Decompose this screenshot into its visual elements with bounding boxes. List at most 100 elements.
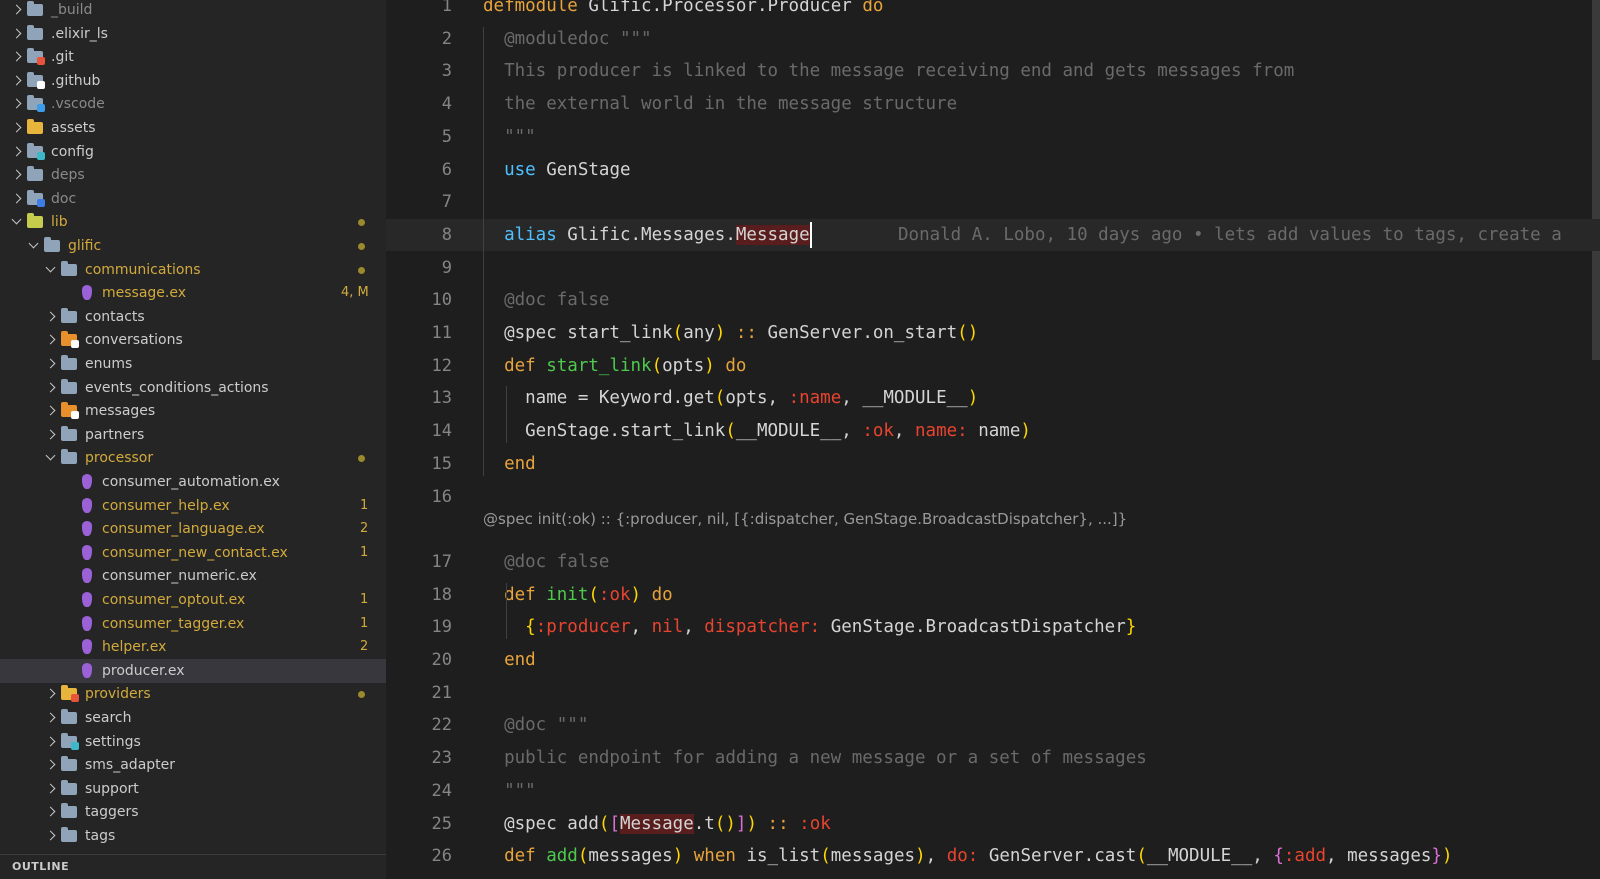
tree-item[interactable]: lib: [0, 210, 386, 234]
chevron-right-icon[interactable]: [43, 682, 59, 706]
code-line[interactable]: 11 @spec start_link(any) :: GenServer.on…: [386, 317, 1600, 349]
tree-item[interactable]: sms_adapter: [0, 753, 386, 777]
code-line[interactable]: 4 the external world in the message stru…: [386, 88, 1600, 120]
chevron-right-icon[interactable]: [9, 163, 25, 187]
code-line[interactable]: 12 def start_link(opts) do: [386, 350, 1600, 382]
tree-item[interactable]: .vscode: [0, 92, 386, 116]
tree-item[interactable]: providers: [0, 682, 386, 706]
code-line[interactable]: 22 @doc """: [386, 709, 1600, 741]
chevron-down-icon[interactable]: [26, 234, 42, 258]
code-text: @doc """: [483, 709, 588, 741]
tree-item[interactable]: conversations: [0, 328, 386, 352]
code-line[interactable]: 24 """: [386, 775, 1600, 807]
code-line[interactable]: 26 def add(messages) when is_list(messag…: [386, 840, 1600, 872]
code-line[interactable]: 1 defmodule Glific.Processor.Producer do: [386, 0, 1600, 22]
code-line[interactable]: 5 """: [386, 121, 1600, 153]
tree-item[interactable]: tags: [0, 824, 386, 848]
chevron-right-icon[interactable]: [43, 376, 59, 400]
chevron-right-icon[interactable]: [9, 92, 25, 116]
code-line[interactable]: 17 @doc false: [386, 546, 1600, 578]
code-line[interactable]: 6 use GenStage: [386, 154, 1600, 186]
tree-item[interactable]: .github: [0, 69, 386, 93]
tree-item[interactable]: support: [0, 777, 386, 801]
tree-item[interactable]: consumer_numeric.ex: [0, 564, 386, 588]
tree-item[interactable]: consumer_tagger.ex 1: [0, 612, 386, 636]
line-number: 13: [431, 388, 452, 409]
chevron-right-icon[interactable]: [43, 800, 59, 824]
code-line[interactable]: 10 @doc false: [386, 284, 1600, 316]
tree-item[interactable]: consumer_optout.ex 1: [0, 588, 386, 612]
tree-item[interactable]: events_conditions_actions: [0, 376, 386, 400]
tree-item[interactable]: processor: [0, 446, 386, 470]
code-editor[interactable]: 1 defmodule Glific.Processor.Producer do 2…: [386, 0, 1600, 878]
codelens-spec[interactable]: @spec init(:ok) :: {:producer, nil, [{:d…: [483, 505, 1127, 533]
tree-item[interactable]: search: [0, 706, 386, 730]
config-folder-icon: [27, 142, 45, 160]
tree-item[interactable]: contacts: [0, 305, 386, 329]
code-line[interactable]: 8 Donald A. Lobo, 10 days ago • lets add …: [386, 218, 1600, 251]
tree-item[interactable]: consumer_language.ex 2: [0, 517, 386, 541]
code-token: @doc """: [483, 715, 589, 736]
tree-item[interactable]: taggers: [0, 800, 386, 824]
tree-item[interactable]: consumer_new_contact.ex 1: [0, 541, 386, 565]
tree-item-label: consumer_help.ex: [102, 497, 230, 514]
code-line[interactable]: 19 {:producer, nil, dispatcher: GenStage…: [386, 611, 1600, 643]
chevron-right-icon[interactable]: [9, 0, 25, 22]
tree-item[interactable]: glific: [0, 234, 386, 258]
code-line[interactable]: 13 name = Keyword.get(opts, :name, __MOD…: [386, 382, 1600, 414]
chevron-right-icon[interactable]: [43, 777, 59, 801]
chevron-right-icon[interactable]: [9, 69, 25, 93]
code-token: ): [746, 813, 758, 834]
code-line[interactable]: 9: [386, 252, 1600, 284]
chevron-right-icon[interactable]: [43, 423, 59, 447]
code-line[interactable]: 21: [386, 677, 1600, 709]
tree-item[interactable]: consumer_automation.ex: [0, 470, 386, 494]
tree-item[interactable]: deps: [0, 163, 386, 187]
chevron-right-icon[interactable]: [43, 328, 59, 352]
chevron-right-icon[interactable]: [9, 22, 25, 46]
chevron-right-icon[interactable]: [9, 45, 25, 69]
tree-item[interactable]: helper.ex 2: [0, 635, 386, 659]
tree-item[interactable]: assets: [0, 116, 386, 140]
tree-item[interactable]: config: [0, 140, 386, 164]
chevron-right-icon[interactable]: [43, 730, 59, 754]
tree-item[interactable]: enums: [0, 352, 386, 376]
outline-panel-header[interactable]: OUTLINE: [0, 854, 386, 879]
chevron-right-icon[interactable]: [43, 399, 59, 423]
tree-item[interactable]: producer.ex: [0, 658, 386, 683]
chevron-down-icon[interactable]: [43, 258, 59, 282]
tree-item[interactable]: communications: [0, 258, 386, 282]
chevron-right-icon[interactable]: [43, 352, 59, 376]
chevron-right-icon[interactable]: [43, 305, 59, 329]
chevron-right-icon[interactable]: [43, 706, 59, 730]
code-line[interactable]: 2 @moduledoc """: [386, 23, 1600, 55]
tree-item[interactable]: message.ex 4, M: [0, 281, 386, 305]
code-line[interactable]: 20 end: [386, 644, 1600, 676]
chevron-right-icon[interactable]: [9, 140, 25, 164]
tree-item[interactable]: messages: [0, 399, 386, 423]
chevron-down-icon[interactable]: [9, 210, 25, 234]
tree-item[interactable]: consumer_help.ex 1: [0, 494, 386, 518]
tree-item[interactable]: doc: [0, 187, 386, 211]
tree-item[interactable]: partners: [0, 423, 386, 447]
code-line[interactable]: 3 This producer is linked to the message…: [386, 55, 1600, 87]
chevron-down-icon[interactable]: [43, 446, 59, 470]
code-token: ): [714, 323, 726, 343]
tree-item[interactable]: .elixir_ls: [0, 22, 386, 46]
code-line[interactable]: 15 end: [386, 448, 1600, 480]
code-line[interactable]: 7: [386, 186, 1600, 218]
tree-item[interactable]: _build: [0, 0, 386, 22]
problem-count-badge: 4, M: [341, 285, 369, 301]
line-number: 18: [431, 584, 452, 605]
code-line[interactable]: 25 @spec add([Message.t()]) :: :ok: [386, 808, 1600, 840]
tree-item-label: producer.ex: [102, 662, 185, 679]
code-line[interactable]: 14 GenStage.start_link(__MODULE__, :ok, …: [386, 415, 1600, 447]
tree-item[interactable]: .git: [0, 45, 386, 69]
code-line[interactable]: 23 public endpoint for adding a new mess…: [386, 742, 1600, 774]
chevron-right-icon[interactable]: [43, 753, 59, 777]
chevron-right-icon[interactable]: [9, 187, 25, 211]
chevron-right-icon[interactable]: [43, 824, 59, 848]
code-line[interactable]: 18 def init(:ok) do: [386, 579, 1600, 611]
tree-item[interactable]: settings: [0, 730, 386, 754]
chevron-right-icon[interactable]: [9, 116, 25, 140]
